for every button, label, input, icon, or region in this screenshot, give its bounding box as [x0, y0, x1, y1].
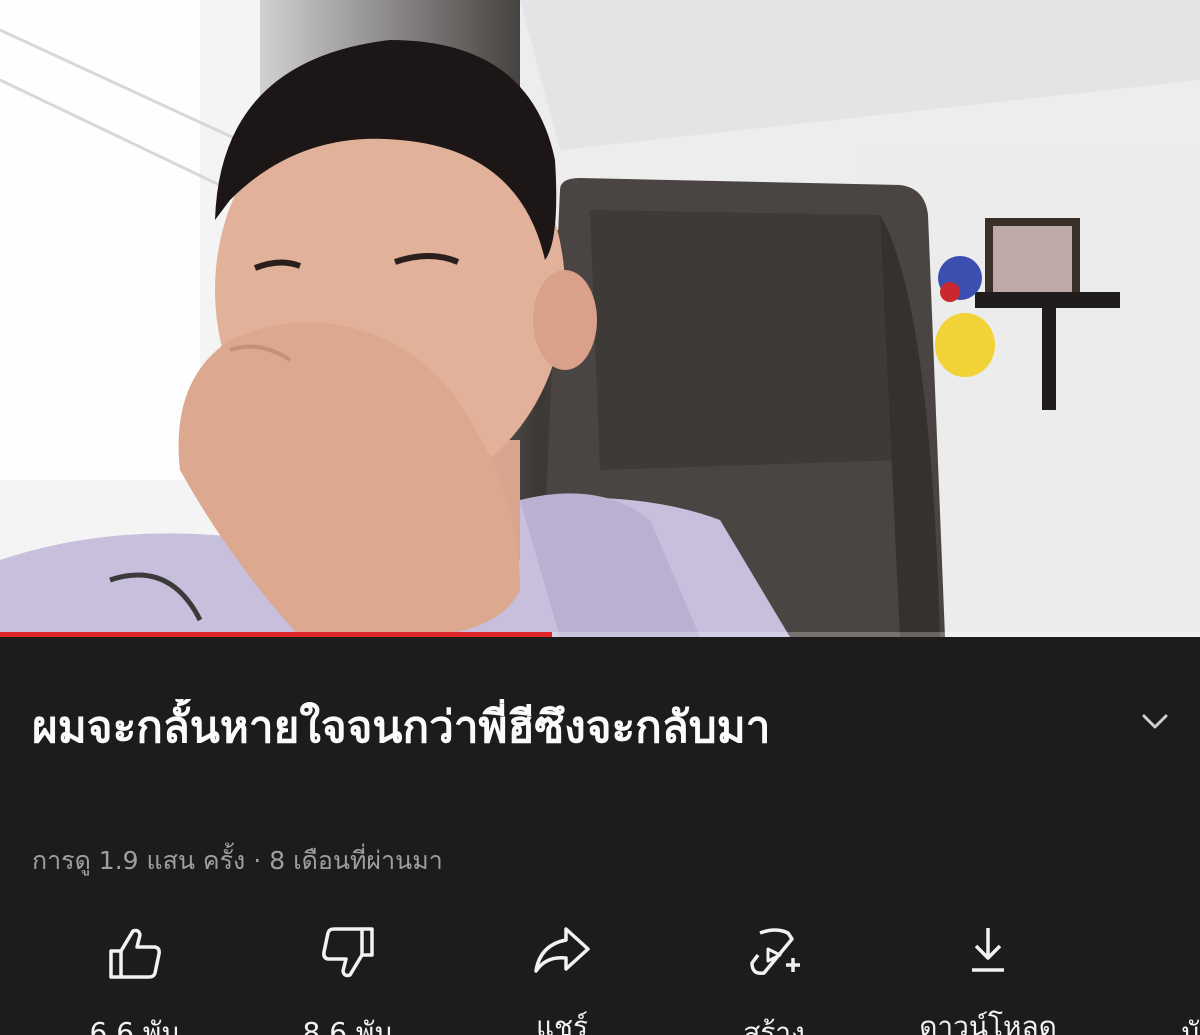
- dislike-count: 8.6 พัน: [302, 1016, 394, 1035]
- thumbs-up-icon: [109, 928, 161, 979]
- share-button[interactable]: แชร์: [472, 917, 652, 1035]
- video-player[interactable]: [0, 0, 1200, 637]
- upload-age: 8 เดือนที่ผ่านมา: [269, 846, 443, 875]
- share-label: แชร์: [535, 1010, 589, 1035]
- expand-description-button[interactable]: [1138, 705, 1172, 739]
- download-button[interactable]: ดาวน์โหลด: [898, 917, 1078, 1035]
- meta-separator: ·: [253, 846, 262, 875]
- create-remix-icon: [750, 928, 800, 976]
- save-button[interactable]: บัน: [1110, 917, 1200, 1035]
- video-meta: การดู 1.9 แสน ครั้ง · 8 เดือนที่ผ่านมา: [32, 841, 443, 881]
- video-title[interactable]: ผมจะกลั้นหายใจจนกว่าพี่ฮีซึงจะกลับมา: [32, 699, 1112, 757]
- video-frame-image: [0, 0, 1200, 637]
- video-info-panel: ผมจะกลั้นหายใจจนกว่าพี่ฮีซึงจะกลับมา การ…: [0, 637, 1200, 1035]
- save-playlist-icon: [1175, 925, 1200, 981]
- share-arrow-icon: [534, 927, 590, 973]
- like-button[interactable]: 6.6 พัน: [45, 917, 225, 1035]
- thumbs-down-icon: [322, 927, 374, 978]
- create-label: สร้าง: [743, 1016, 805, 1035]
- like-count: 6.6 พัน: [89, 1016, 181, 1035]
- dislike-button[interactable]: 8.6 พัน: [258, 917, 438, 1035]
- download-label: ดาวน์โหลด: [919, 1010, 1057, 1035]
- chevron-down-icon: [1142, 714, 1168, 729]
- save-label: บัน: [1181, 1016, 1200, 1035]
- download-icon: [972, 928, 1004, 972]
- view-count: การดู 1.9 แสน ครั้ง: [32, 846, 246, 875]
- create-button[interactable]: สร้าง: [684, 917, 864, 1035]
- action-bar: 6.6 พัน 8.6 พัน แชร์ สร้าง ดาวน์โหลด บั: [0, 917, 1200, 1035]
